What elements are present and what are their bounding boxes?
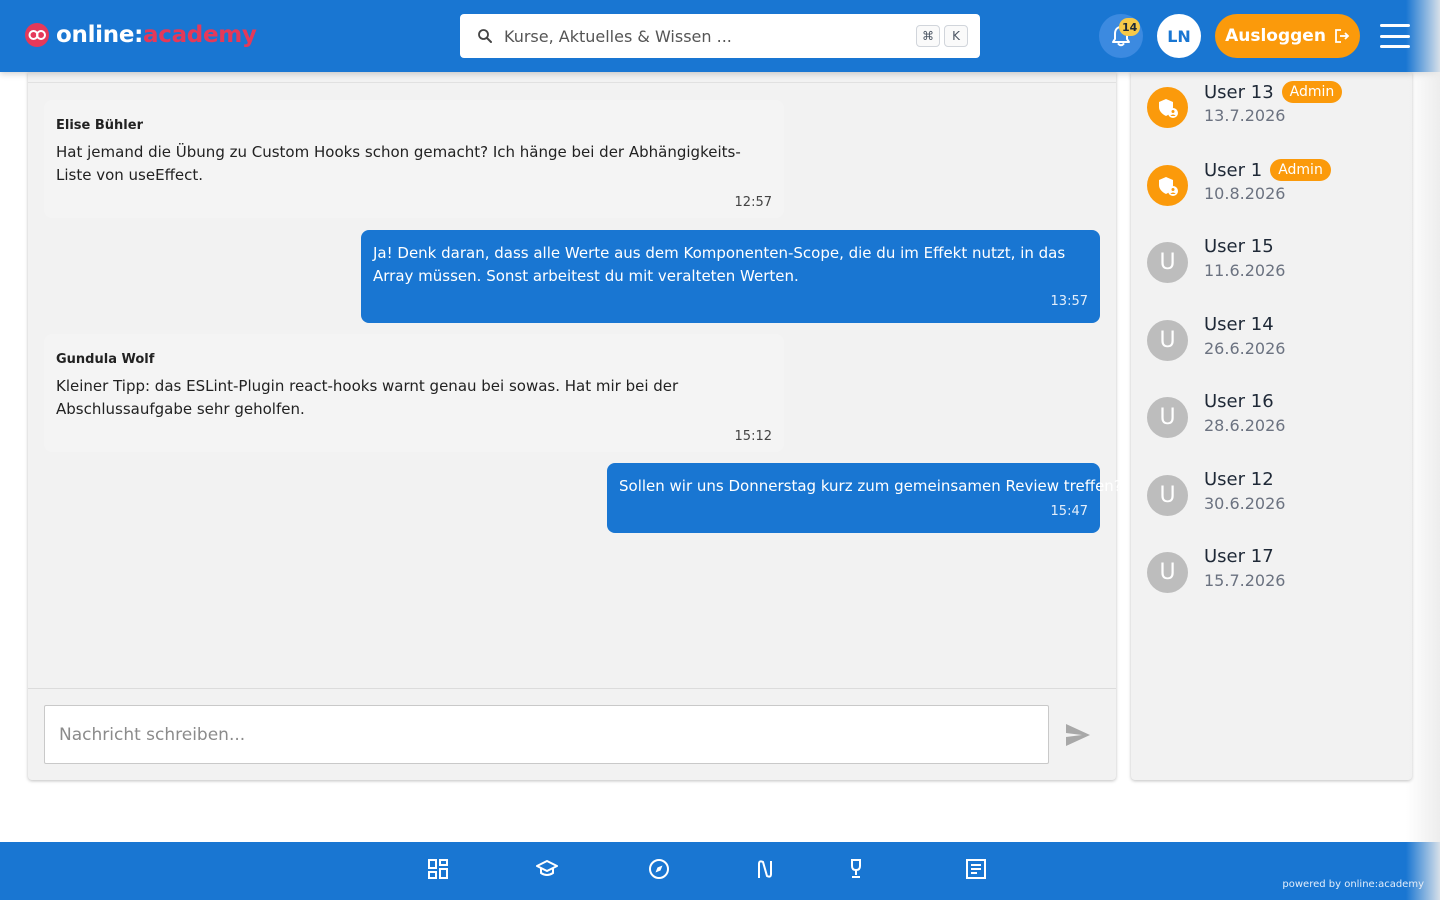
route-icon[interactable] [754,858,776,880]
graduation-cap-icon[interactable] [536,858,558,880]
message-time: 13:57 [1050,294,1088,309]
member-date: 11.6.2026 [1204,261,1286,280]
menu-line [1380,24,1410,27]
brand-logo[interactable]: online:academy [24,20,257,50]
member-name: User 13 Admin [1204,81,1343,103]
member-avatar: U [1147,242,1188,283]
menu-line [1380,34,1410,38]
member-date: 30.6.2026 [1204,494,1286,513]
member-date: 28.6.2026 [1204,416,1286,435]
menu-line [1380,45,1410,48]
message-text: Kleiner Tipp: das ESLint-Plugin react-ho… [56,377,679,418]
member-name: User 1 Admin [1204,159,1331,181]
message-text: Hat jemand die Übung zu Custom Hooks sch… [56,143,741,184]
member-name: User 12 [1204,469,1274,490]
powered-by-label: powered by online:academy [1282,879,1424,890]
member-name: User 17 [1204,546,1274,567]
logout-button[interactable]: Ausloggen [1215,14,1360,58]
divider [28,82,1116,83]
message-text: Ja! Denk daran, dass alle Werte aus dem … [373,244,1066,285]
member-item[interactable]: User 13 Admin 13.7.2026 [1147,81,1407,141]
member-avatar: U [1147,320,1188,361]
search-input[interactable] [504,26,912,46]
user-avatar[interactable]: LN [1157,14,1201,58]
member-item[interactable]: U User 16 28.6.2026 [1147,391,1407,451]
admin-badge: Admin [1270,159,1331,181]
top-app-bar: online:academy ⌘ K 14 LN Ausloggen [0,0,1440,72]
shortcut-key-cmd: ⌘ [916,25,940,47]
member-date: 15.7.2026 [1204,571,1286,590]
message-outgoing: Sollen wir uns Donnerstag kurz zum gemei… [607,463,1122,533]
chat-panel: Elise Bühler Hat jemand die Übung zu Cus… [28,72,1122,780]
admin-shield-icon [1147,87,1188,128]
message-list[interactable]: Elise Bühler Hat jemand die Übung zu Cus… [28,84,1122,688]
member-item[interactable]: U User 15 11.6.2026 [1147,236,1407,296]
trophy-icon[interactable] [845,858,867,880]
member-date: 26.6.2026 [1204,339,1286,358]
logo-mark-icon [25,23,49,47]
send-icon[interactable] [1064,722,1092,748]
message-incoming: Elise Bühler Hat jemand die Übung zu Cus… [44,100,784,218]
divider [28,688,1116,689]
member-avatar: U [1147,397,1188,438]
logout-icon [1335,29,1350,43]
member-name: User 14 [1204,314,1274,335]
admin-shield-icon [1147,165,1188,206]
message-composer[interactable] [44,705,1049,764]
message-outgoing: Ja! Denk daran, dass alle Werte aus dem … [361,230,1100,323]
member-item[interactable]: U User 14 26.6.2026 [1147,314,1407,374]
shortcut-key-k: K [944,25,968,47]
member-avatar: U [1147,552,1188,593]
logo-text: online:academy [56,22,257,48]
member-item[interactable]: U User 17 15.7.2026 [1147,546,1407,606]
message-author: Elise Bühler [56,118,143,133]
message-time: 15:12 [734,429,772,444]
search-icon [478,29,492,43]
member-avatar: U [1147,475,1188,516]
message-author: Gundula Wolf [56,352,155,367]
bottom-navigation: powered by online:academy [0,842,1440,900]
notification-count-badge: 14 [1119,18,1141,36]
member-name: User 15 [1204,236,1274,257]
member-item[interactable]: U User 12 30.6.2026 [1147,469,1407,529]
search-bar[interactable]: ⌘ K [460,14,980,58]
dashboard-icon[interactable] [427,858,449,880]
member-date: 10.8.2026 [1204,184,1286,203]
article-icon[interactable] [965,858,987,880]
message-text: Sollen wir uns Donnerstag kurz zum gemei… [619,477,1122,495]
message-incoming: Gundula Wolf Kleiner Tipp: das ESLint-Pl… [44,334,784,452]
message-time: 15:47 [1050,504,1088,519]
member-date: 13.7.2026 [1204,106,1286,125]
member-item[interactable]: User 1 Admin 10.8.2026 [1147,159,1407,219]
logout-label: Ausloggen [1225,26,1326,46]
message-input[interactable] [45,706,1048,763]
admin-badge: Admin [1281,81,1343,103]
message-time: 12:57 [734,195,772,210]
compass-icon[interactable] [648,858,670,880]
members-sidebar: User 13 Admin 13.7.2026 User 1 Admin 10.8.… [1131,72,1412,780]
member-name: User 16 [1204,391,1274,412]
hamburger-menu-icon[interactable] [1380,24,1410,48]
